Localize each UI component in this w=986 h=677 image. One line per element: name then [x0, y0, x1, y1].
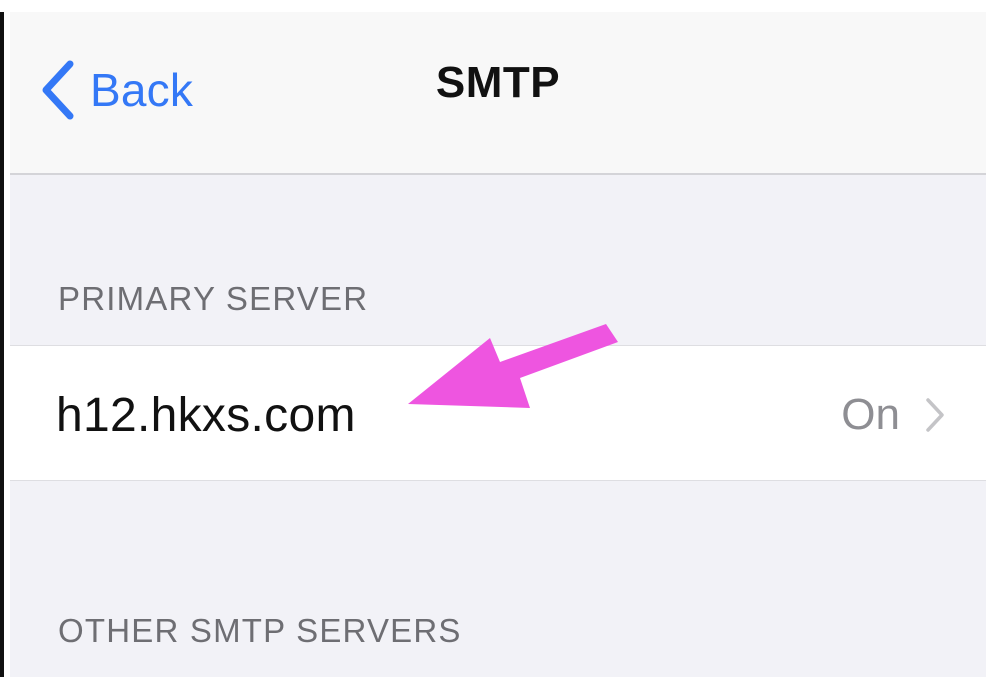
primary-server-row[interactable]: h12.hkxs.com On	[10, 345, 986, 481]
top-strip	[0, 0, 986, 12]
screen-edge-line	[0, 12, 4, 677]
page-title: SMTP	[435, 58, 561, 107]
other-servers-header: OTHER SMTP SERVERS	[58, 612, 462, 649]
primary-server-header: PRIMARY SERVER	[58, 280, 369, 317]
server-hostname: h12.hkxs.com	[56, 389, 356, 442]
chevron-right-icon	[926, 398, 944, 432]
smtp-settings-screen: Back SMTP PRIMARY SERVER h12.hkxs.com On…	[10, 0, 986, 677]
navigation-bar: Back SMTP	[10, 0, 986, 175]
server-status: On	[841, 390, 900, 439]
